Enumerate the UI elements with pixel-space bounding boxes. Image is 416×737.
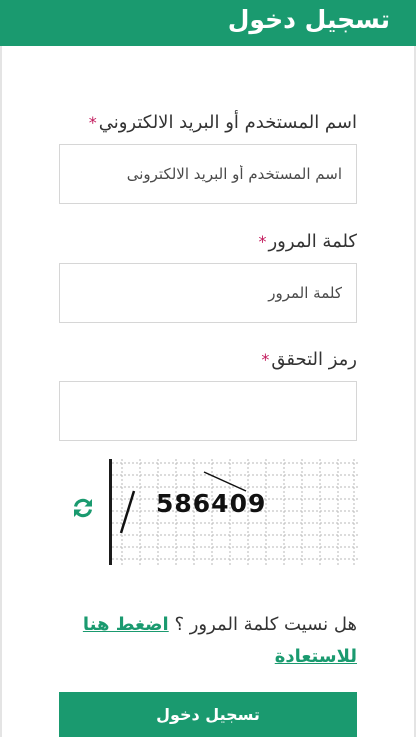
username-input[interactable] bbox=[59, 144, 357, 204]
forgot-password-link-continued[interactable]: للاستعادة bbox=[275, 646, 357, 667]
required-star: * bbox=[261, 350, 270, 369]
frame-border-left bbox=[0, 46, 2, 737]
password-label: كلمة المرور* bbox=[258, 229, 357, 255]
username-label-text: اسم المستخدم أو البريد الالكتروني bbox=[98, 112, 357, 133]
required-star: * bbox=[258, 232, 267, 251]
password-input[interactable] bbox=[59, 263, 357, 323]
password-label-text: كلمة المرور bbox=[268, 231, 357, 252]
username-label: اسم المستخدم أو البريد الالكتروني* bbox=[89, 110, 357, 136]
header-bar: تسجيل دخول bbox=[0, 0, 416, 46]
captcha-image: 586409 bbox=[109, 459, 358, 565]
forgot-password-row-2: للاستعادة bbox=[275, 645, 357, 669]
forgot-password-link[interactable]: اضغط هنا bbox=[83, 614, 169, 635]
captcha-code-text: 586409 bbox=[156, 489, 267, 518]
required-star: * bbox=[88, 113, 97, 132]
captcha-input[interactable] bbox=[59, 381, 357, 441]
page-title: تسجيل دخول bbox=[227, 5, 390, 34]
login-submit-button[interactable]: تسجيل دخول bbox=[59, 692, 357, 737]
refresh-arrows-icon[interactable] bbox=[71, 496, 95, 520]
forgot-password-question: هل نسيت كلمة المرور ؟ bbox=[174, 614, 357, 635]
login-page: تسجيل دخول اسم المستخدم أو البريد الالكت… bbox=[0, 0, 416, 737]
captcha-label: رمز التحقق* bbox=[261, 347, 357, 373]
captcha-label-text: رمز التحقق bbox=[271, 349, 357, 370]
forgot-password-row: هل نسيت كلمة المرور ؟ اضغط هنا bbox=[83, 613, 357, 637]
